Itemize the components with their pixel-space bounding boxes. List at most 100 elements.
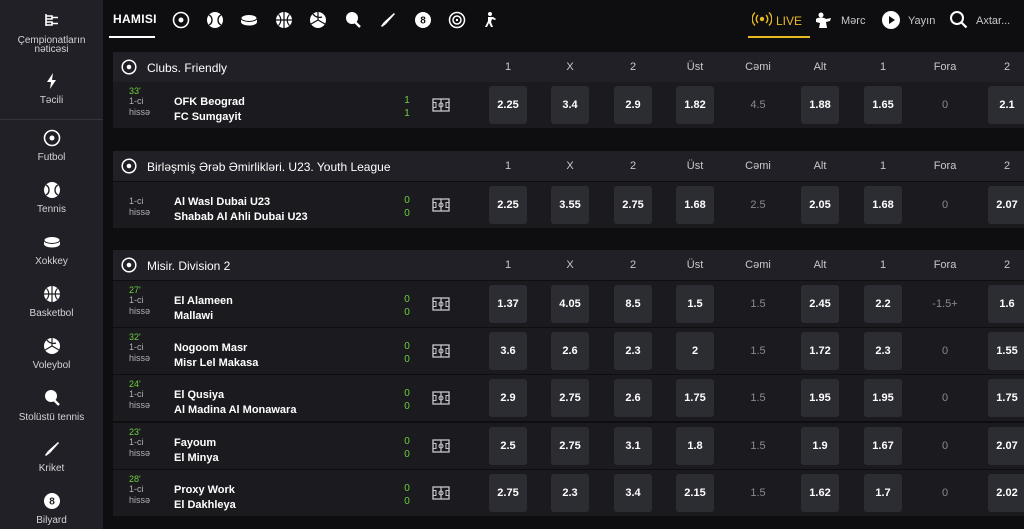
odd-button[interactable]: 3.4 <box>614 474 652 512</box>
match-row[interactable]: 28' 1-ci hissə Proxy Work El Dakhleya 0 0 2.75 2… <box>113 470 1024 516</box>
odd-button[interactable]: 4.05 <box>551 285 589 323</box>
sidebar-item-hockey[interactable]: Xokkey <box>0 233 103 267</box>
odd-button[interactable]: 2.6 <box>551 332 589 370</box>
sidebar-item-football[interactable]: Futbol <box>0 129 103 163</box>
odd-button[interactable]: 2.3 <box>864 332 902 370</box>
match-row[interactable]: 27' 1-ci hissə El Alameen Mallawi 0 0 1.37 4.05 8… <box>113 281 1024 327</box>
odd-button[interactable]: 1.37 <box>489 285 527 323</box>
away-team[interactable]: El Minya <box>174 452 219 464</box>
odd-button[interactable]: 3.55 <box>551 186 589 224</box>
league-header[interactable]: Misir. Division 2 1 X 2 Üst Cəmi Alt 1 Fora 2 <box>113 250 1024 280</box>
odd-button[interactable]: 2.3 <box>614 332 652 370</box>
field-stats-icon[interactable] <box>432 98 450 112</box>
away-team[interactable]: El Dakhleya <box>174 499 236 511</box>
odd-button[interactable]: 1.88 <box>801 86 839 124</box>
odd-button[interactable]: 3.4 <box>551 86 589 124</box>
odd-button[interactable]: 2.9 <box>614 86 652 124</box>
odd-button[interactable]: 2.45 <box>801 285 839 323</box>
home-team[interactable]: Fayoum <box>174 437 216 449</box>
sidebar-item-tennis[interactable]: Tennis <box>0 181 103 215</box>
match-row[interactable]: 1-ci hissə Al Wasl Dubai U23 Shabab Al Ahli… <box>113 182 1024 228</box>
sidebar-item-results[interactable]: Çempionatların nəticəsi <box>0 11 103 55</box>
odd-button[interactable]: 2.75 <box>551 379 589 417</box>
league-header[interactable]: Birləşmiş Ərəb Əmirlikləri. U23. Youth L… <box>113 151 1024 181</box>
odd-button[interactable]: 1.68 <box>676 186 714 224</box>
field-stats-icon[interactable] <box>432 344 450 358</box>
basketball-icon[interactable] <box>275 11 293 29</box>
odd-button[interactable]: 2.07 <box>988 186 1024 224</box>
home-team[interactable]: Al Wasl Dubai U23 <box>174 196 270 208</box>
sidebar-item-table-tennis[interactable]: Stolüstü tennis <box>0 389 103 423</box>
field-stats-icon[interactable] <box>432 439 450 453</box>
away-team[interactable]: Al Madina Al Monawara <box>174 404 296 416</box>
odd-button[interactable]: 1.5 <box>676 285 714 323</box>
odd-button[interactable]: 1.75 <box>988 379 1024 417</box>
odd-button[interactable]: 2.05 <box>801 186 839 224</box>
sidebar-item-urgent[interactable]: Təcili <box>0 72 103 106</box>
tab-live[interactable]: LIVE <box>748 0 810 38</box>
home-team[interactable]: Nogoom Masr <box>174 342 247 354</box>
away-team[interactable]: FC Sumgayit <box>174 111 241 123</box>
match-row[interactable]: 24' 1-ci hissə El Qusiya Al Madina Al Monawa… <box>113 375 1024 421</box>
volleyball-icon[interactable] <box>309 11 327 29</box>
odd-button[interactable]: 2.75 <box>551 427 589 465</box>
league-header[interactable]: Clubs. Friendly 1 X 2 Üst Cəmi Alt 1 Fora 2 <box>113 52 1024 82</box>
tennis-icon[interactable] <box>206 11 224 29</box>
odd-button[interactable]: 3.6 <box>489 332 527 370</box>
match-row[interactable]: 23' 1-ci hissə Fayoum El Minya 0 0 2.5 2.75 3.1 1.… <box>113 423 1024 469</box>
sidebar-item-volleyball[interactable]: Voleybol <box>0 337 103 371</box>
field-stats-icon[interactable] <box>432 198 450 212</box>
odd-button[interactable]: 2.9 <box>489 379 527 417</box>
odd-button[interactable]: 1.72 <box>801 332 839 370</box>
odd-button[interactable]: 2.75 <box>614 186 652 224</box>
odd-button[interactable]: 1.62 <box>801 474 839 512</box>
sidebar-item-billiards[interactable]: 8 Bilyard <box>0 492 103 526</box>
odd-button[interactable]: 2.07 <box>988 427 1024 465</box>
odd-button[interactable]: 2.75 <box>489 474 527 512</box>
match-row[interactable]: 33' 1-ci hissə OFK Beograd FC Sumgayit 1 1 2.25… <box>113 82 1024 128</box>
odd-button[interactable]: 2.25 <box>489 86 527 124</box>
sidebar-item-basketball[interactable]: Basketbol <box>0 285 103 319</box>
odd-button[interactable]: 2.3 <box>551 474 589 512</box>
odd-button[interactable]: 1.82 <box>676 86 714 124</box>
cricket-icon[interactable] <box>379 11 397 29</box>
away-team[interactable]: Mallawi <box>174 310 213 322</box>
darts-icon[interactable] <box>448 11 466 29</box>
odd-button[interactable]: 1.68 <box>864 186 902 224</box>
field-stats-icon[interactable] <box>432 486 450 500</box>
sidebar-item-cricket[interactable]: Kriket <box>0 440 103 474</box>
odd-button[interactable]: 2 <box>676 332 714 370</box>
odd-button[interactable]: 2.25 <box>489 186 527 224</box>
search-input[interactable]: Axtar... <box>949 10 1019 30</box>
field-stats-icon[interactable] <box>432 297 450 311</box>
home-team[interactable]: OFK Beograd <box>174 96 245 108</box>
odd-button[interactable]: 1.65 <box>864 86 902 124</box>
odd-button[interactable]: 1.95 <box>801 379 839 417</box>
odd-button[interactable]: 2.2 <box>864 285 902 323</box>
esports-icon[interactable] <box>482 11 500 29</box>
home-team[interactable]: Proxy Work <box>174 484 235 496</box>
odd-button[interactable]: 1.95 <box>864 379 902 417</box>
home-team[interactable]: El Qusiya <box>174 389 224 401</box>
tab-stream[interactable]: Yayın <box>881 10 941 30</box>
odd-button[interactable]: 3.1 <box>614 427 652 465</box>
odd-button[interactable]: 1.67 <box>864 427 902 465</box>
billiards-icon[interactable]: 8 <box>414 11 432 29</box>
hockey-icon[interactable] <box>240 11 258 29</box>
odd-button[interactable]: 2.15 <box>676 474 714 512</box>
odd-button[interactable]: 1.75 <box>676 379 714 417</box>
odd-button[interactable]: 2.6 <box>614 379 652 417</box>
odd-button[interactable]: 2.02 <box>988 474 1024 512</box>
odd-button[interactable]: 1.8 <box>676 427 714 465</box>
away-team[interactable]: Shabab Al Ahli Dubai U23 <box>174 211 308 223</box>
tab-all[interactable]: HAMISI <box>113 12 157 26</box>
odd-button[interactable]: 1.55 <box>988 332 1024 370</box>
odd-button[interactable]: 1.6 <box>988 285 1024 323</box>
odd-button[interactable]: 1.7 <box>864 474 902 512</box>
tab-match[interactable]: Mərc <box>814 10 874 30</box>
field-stats-icon[interactable] <box>432 391 450 405</box>
odd-button[interactable]: 2.5 <box>489 427 527 465</box>
away-team[interactable]: Misr Lel Makasa <box>174 357 258 369</box>
odd-button[interactable]: 1.9 <box>801 427 839 465</box>
soccer-icon[interactable] <box>172 11 190 29</box>
